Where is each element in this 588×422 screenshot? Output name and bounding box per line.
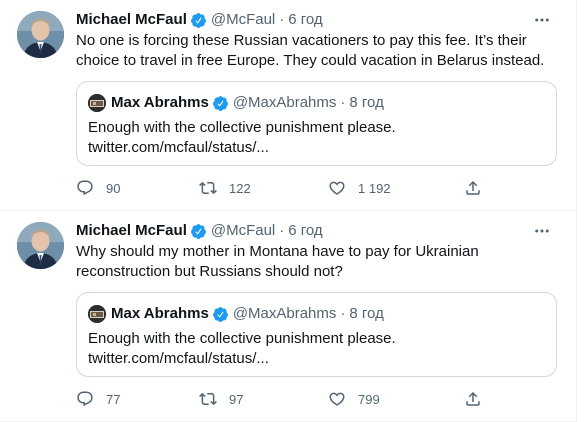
- timestamp[interactable]: 6 год: [288, 10, 322, 30]
- quote-text: Enough with the collective punishment pl…: [88, 118, 548, 158]
- retweet-count: 122: [229, 180, 251, 196]
- like-icon: [329, 392, 345, 406]
- share-button[interactable]: [464, 178, 482, 198]
- quote-link: twitter.com/mcfaul/status/...: [88, 350, 269, 367]
- quoted-tweet[interactable]: Max Abrahms @MaxAbrahms · 8 год Enough w…: [76, 81, 557, 166]
- verified-badge-icon: [190, 12, 207, 29]
- more-icon[interactable]: [532, 10, 552, 30]
- share-icon: [466, 391, 480, 406]
- retweet-button[interactable]: 122: [199, 178, 251, 198]
- tweet-header: Michael McFaul @McFaul · 6 год: [76, 10, 323, 30]
- reply-count: 77: [106, 391, 121, 407]
- like-icon: [329, 181, 345, 195]
- quote-link: twitter.com/mcfaul/status/...: [88, 139, 269, 156]
- author-handle[interactable]: @McFaul: [211, 10, 275, 30]
- quote-avatar: [88, 94, 106, 112]
- quote-text: Enough with the collective punishment pl…: [88, 329, 548, 369]
- tweet-actions: 90 122 1 192: [76, 178, 556, 198]
- tweet[interactable]: Michael McFaul @McFaul · 6 год No one is…: [0, 0, 576, 210]
- verified-badge-icon: [212, 95, 229, 112]
- avatar[interactable]: [17, 11, 64, 58]
- quote-author-handle: @MaxAbrahms: [232, 94, 337, 111]
- separator: ·: [340, 94, 346, 111]
- reply-icon: [77, 391, 93, 407]
- quote-line: Enough with the collective punishment pl…: [88, 330, 396, 347]
- share-button[interactable]: [464, 389, 482, 409]
- retweet-button[interactable]: 97: [199, 389, 243, 409]
- timestamp[interactable]: 6 год: [288, 221, 322, 241]
- retweet-icon: [199, 392, 217, 406]
- separator: ·: [279, 11, 285, 28]
- quote-line: Enough with the collective punishment pl…: [88, 119, 396, 136]
- quote-header: Max Abrahms @MaxAbrahms · 8 год: [111, 303, 384, 325]
- quote-timestamp: 8 год: [349, 94, 384, 111]
- tweet-actions: 77 97 799: [76, 389, 556, 409]
- author-name[interactable]: Michael McFaul: [76, 10, 187, 30]
- reply-count: 90: [106, 180, 121, 196]
- separator: ·: [340, 305, 346, 322]
- tweet-header: Michael McFaul @McFaul · 6 год: [76, 221, 323, 241]
- tweet-text: No one is forcing these Russian vacation…: [76, 32, 545, 69]
- more-icon[interactable]: [532, 221, 552, 241]
- share-icon: [466, 180, 480, 195]
- verified-badge-icon: [212, 306, 229, 323]
- quote-timestamp: 8 год: [349, 305, 384, 322]
- quote-avatar: [88, 305, 106, 323]
- separator: ·: [279, 222, 285, 239]
- quote-author-name: Max Abrahms: [111, 305, 209, 322]
- like-count: 799: [358, 391, 380, 407]
- tweet[interactable]: Michael McFaul @McFaul · 6 год Why shoul…: [0, 211, 576, 422]
- quote-author-name: Max Abrahms: [111, 94, 209, 111]
- like-count: 1 192: [358, 180, 391, 196]
- quote-author-handle: @MaxAbrahms: [232, 305, 337, 322]
- quoted-tweet[interactable]: Max Abrahms @MaxAbrahms · 8 год Enough w…: [76, 292, 557, 377]
- tweet-text: Why should my mother in Montana have to …: [76, 243, 479, 280]
- quote-header: Max Abrahms @MaxAbrahms · 8 год: [111, 92, 384, 114]
- retweet-icon: [199, 181, 217, 195]
- timeline-border: [576, 0, 577, 422]
- reply-icon: [77, 180, 93, 196]
- verified-badge-icon: [190, 223, 207, 240]
- reply-button[interactable]: 77: [76, 389, 120, 409]
- like-button[interactable]: 1 192: [328, 178, 391, 198]
- author-handle[interactable]: @McFaul: [211, 221, 275, 241]
- avatar[interactable]: [17, 222, 64, 269]
- author-name[interactable]: Michael McFaul: [76, 221, 187, 241]
- like-button[interactable]: 799: [328, 389, 380, 409]
- retweet-count: 97: [229, 391, 244, 407]
- reply-button[interactable]: 90: [76, 178, 120, 198]
